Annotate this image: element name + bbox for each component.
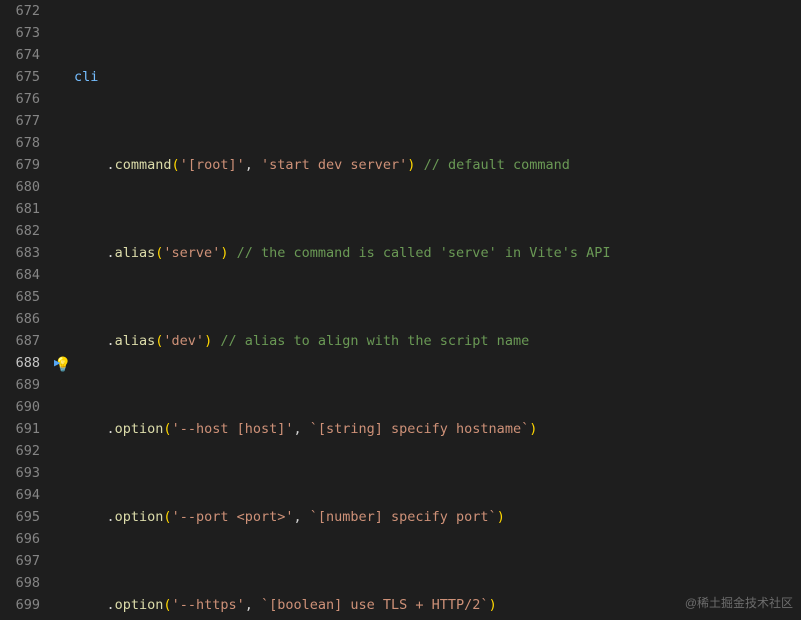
- line-number: 680: [0, 176, 40, 198]
- line-number: 695: [0, 506, 40, 528]
- line-number: 681: [0, 198, 40, 220]
- code-editor[interactable]: 6726736746756766776786796806816826836846…: [0, 0, 801, 620]
- line-number: 693: [0, 462, 40, 484]
- line-number: 675: [0, 66, 40, 88]
- line-number: 698: [0, 572, 40, 594]
- glyph-margin: 💡: [52, 0, 72, 620]
- line-number: 687: [0, 330, 40, 352]
- line-number: 694: [0, 484, 40, 506]
- line-number: 699: [0, 594, 40, 616]
- line-number: 674: [0, 44, 40, 66]
- line-number: 692: [0, 440, 40, 462]
- code-area[interactable]: cli .command('[root]', 'start dev server…: [72, 0, 801, 620]
- line-number: 684: [0, 264, 40, 286]
- line-number: 691: [0, 418, 40, 440]
- identifier: cli: [74, 69, 98, 85]
- line-number: 676: [0, 88, 40, 110]
- line-number: 672: [0, 0, 40, 22]
- line-number: 696: [0, 528, 40, 550]
- line-number: 686: [0, 308, 40, 330]
- fold-caret-icon[interactable]: ▶: [54, 352, 61, 374]
- line-number: 679: [0, 154, 40, 176]
- line-number-gutter: 6726736746756766776786796806816826836846…: [0, 0, 52, 620]
- line-number: 678: [0, 132, 40, 154]
- line-number: 683: [0, 242, 40, 264]
- line-number: 682: [0, 220, 40, 242]
- line-number: 673: [0, 22, 40, 44]
- line-number: 697: [0, 550, 40, 572]
- line-number: 689: [0, 374, 40, 396]
- line-number: 677: [0, 110, 40, 132]
- line-number: 688: [0, 352, 40, 374]
- watermark: @稀土掘金技术社区: [685, 592, 793, 614]
- line-number: 690: [0, 396, 40, 418]
- line-number: 685: [0, 286, 40, 308]
